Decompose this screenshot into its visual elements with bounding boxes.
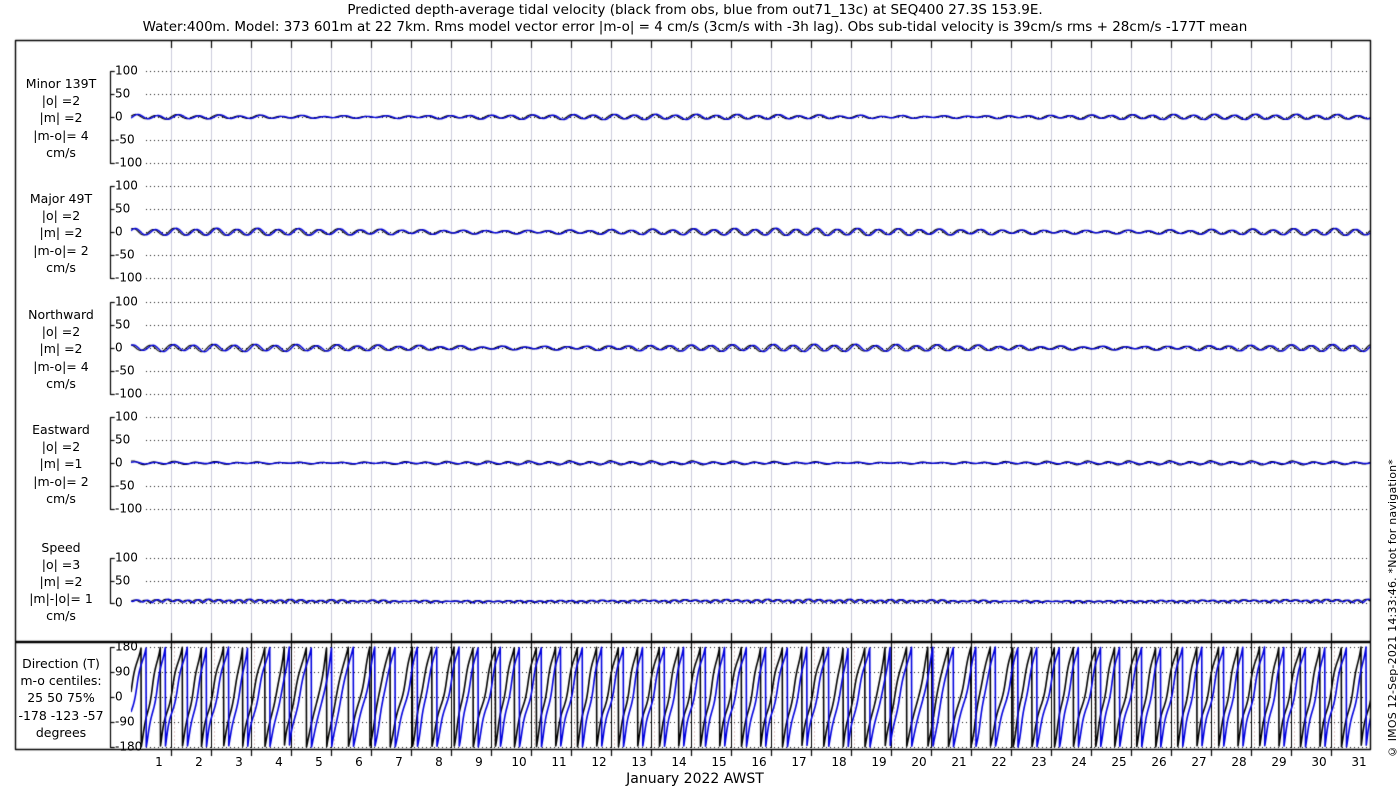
x-axis-label: January 2022 AWST [626, 771, 764, 787]
x-tick-label-day-5: 5 [315, 755, 323, 769]
y-tick-label-major--50: -50 [115, 247, 135, 262]
x-tick-label-day-29: 29 [1271, 755, 1287, 769]
y-tick-label-minor-50: 50 [115, 86, 131, 101]
x-tick-label-day-31: 31 [1351, 755, 1367, 769]
x-tick-label-day-27: 27 [1191, 755, 1207, 769]
figure-title: Predicted depth-average tidal velocity (… [347, 2, 1043, 18]
x-tick-label-day-15: 15 [711, 755, 727, 769]
y-tick-label-northward-50: 50 [115, 317, 131, 332]
y-tick-label-major-50: 50 [115, 201, 131, 216]
y-tick-label-minor--50: -50 [115, 132, 135, 147]
x-tick-label-day-3: 3 [235, 755, 243, 769]
x-tick-label-day-19: 19 [871, 755, 887, 769]
y-tick-label-northward-100: 100 [115, 294, 138, 309]
y-tick-label-northward--100: -100 [115, 386, 143, 401]
x-tick-label-day-13: 13 [631, 755, 647, 769]
panel-label-minor: Minor 139T |o| =2 |m| =2 |m-o|= 4 cm/s [25, 76, 97, 160]
y-tick-label-eastward--50: -50 [115, 478, 135, 493]
y-tick-label-direction-0: 0 [115, 689, 123, 704]
panel-label-direction: Direction (T) m-o centiles: 25 50 75% -1… [18, 656, 104, 740]
y-tick-label-minor-100: 100 [115, 63, 138, 78]
y-tick-label-northward-0: 0 [115, 340, 123, 355]
x-tick-label-day-20: 20 [911, 755, 927, 769]
x-tick-label-day-1: 1 [155, 755, 163, 769]
x-tick-label-day-4: 4 [275, 755, 283, 769]
x-tick-label-day-6: 6 [355, 755, 363, 769]
x-tick-label-day-28: 28 [1231, 755, 1247, 769]
y-tick-label-northward--50: -50 [115, 363, 135, 378]
y-tick-label-minor--100: -100 [115, 155, 143, 170]
x-tick-label-day-7: 7 [395, 755, 403, 769]
panel-label-major: Major 49T |o| =2 |m| =2 |m-o|= 2 cm/s [29, 191, 93, 275]
y-tick-label-speed-100: 100 [115, 550, 138, 565]
y-tick-label-speed-50: 50 [115, 573, 131, 588]
y-tick-label-direction--90: -90 [115, 714, 135, 729]
x-tick-label-day-10: 10 [511, 755, 527, 769]
x-tick-label-day-12: 12 [591, 755, 607, 769]
x-tick-label-day-11: 11 [551, 755, 567, 769]
plot-canvas [0, 0, 1400, 800]
x-tick-label-day-23: 23 [1031, 755, 1047, 769]
y-tick-label-direction-90: 90 [115, 664, 131, 679]
y-tick-label-eastward-0: 0 [115, 455, 123, 470]
copyright-watermark: © IMOS 12-Sep-2021 14:33:46. *Not for na… [1386, 458, 1399, 758]
y-tick-label-major--100: -100 [115, 270, 143, 285]
x-tick-label-day-22: 22 [991, 755, 1007, 769]
y-tick-label-major-0: 0 [115, 224, 123, 239]
x-tick-label-day-18: 18 [831, 755, 847, 769]
x-tick-label-day-14: 14 [671, 755, 687, 769]
y-tick-label-speed-0: 0 [115, 595, 123, 610]
panel-label-eastward: Eastward |o| =2 |m| =1 |m-o|= 2 cm/s [32, 422, 90, 506]
x-tick-label-day-2: 2 [195, 755, 203, 769]
x-tick-label-day-24: 24 [1071, 755, 1087, 769]
y-tick-label-eastward-50: 50 [115, 432, 131, 447]
figure-subtitle: Water:400m. Model: 373 601m at 22 7km. R… [142, 19, 1248, 35]
x-tick-label-day-16: 16 [751, 755, 767, 769]
tidal-velocity-figure: Predicted depth-average tidal velocity (… [0, 0, 1400, 800]
x-tick-label-day-21: 21 [951, 755, 967, 769]
y-tick-label-minor-0: 0 [115, 109, 123, 124]
y-tick-label-direction--180: -180 [115, 739, 143, 754]
x-tick-label-day-26: 26 [1151, 755, 1167, 769]
x-tick-label-day-30: 30 [1311, 755, 1327, 769]
y-tick-label-eastward-100: 100 [115, 409, 138, 424]
y-tick-label-major-100: 100 [115, 178, 138, 193]
panel-label-speed: Speed |o| =3 |m| =2 |m|-|o|= 1 cm/s [29, 539, 93, 624]
x-tick-label-day-8: 8 [435, 755, 443, 769]
y-tick-label-direction-180: 180 [115, 639, 138, 654]
x-tick-label-day-17: 17 [791, 755, 807, 769]
x-tick-label-day-25: 25 [1111, 755, 1127, 769]
panel-label-northward: Northward |o| =2 |m| =2 |m-o|= 4 cm/s [28, 307, 94, 391]
x-tick-label-day-9: 9 [475, 755, 483, 769]
y-tick-label-eastward--100: -100 [115, 501, 143, 516]
